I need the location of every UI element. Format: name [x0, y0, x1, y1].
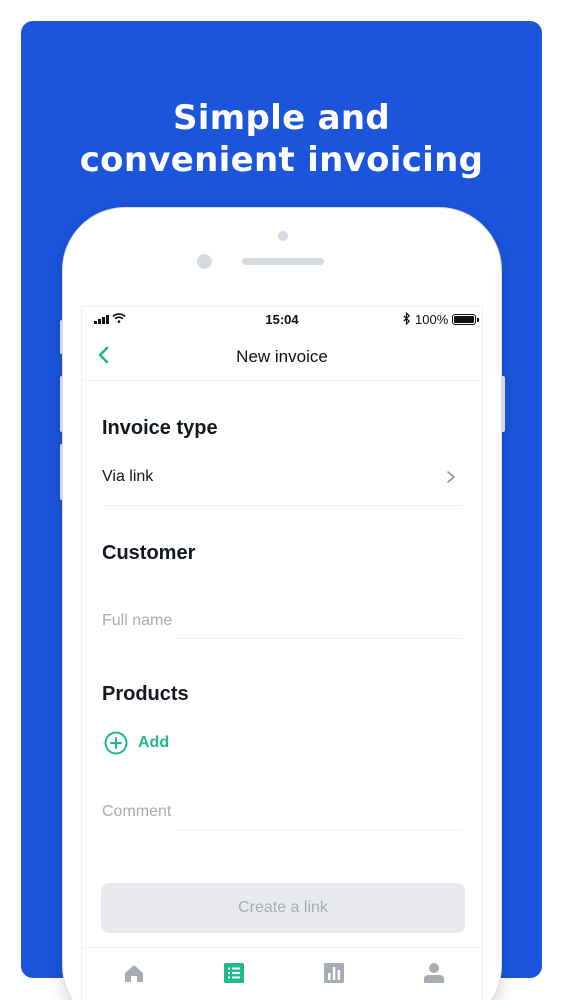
- phone-speaker: [242, 258, 324, 265]
- add-product-button[interactable]: Add: [104, 731, 169, 755]
- home-icon: [125, 965, 143, 982]
- headline-line-1: Simple and: [173, 98, 390, 138]
- add-product-label: Add: [138, 734, 170, 751]
- products-heading: Products: [102, 683, 189, 705]
- phone-screen: 15:04 100% New invoice Invoice type Via …: [81, 306, 483, 1000]
- battery-percent: 100%: [415, 312, 449, 327]
- phone-camera: [197, 254, 212, 269]
- promo-headline: Simple and convenient invoicing: [21, 97, 542, 181]
- battery-icon: [452, 314, 479, 325]
- chevron-right-icon: [447, 471, 456, 483]
- create-link-button[interactable]: Create a link: [101, 883, 465, 933]
- phone-sensor: [278, 231, 288, 241]
- tab-invoices[interactable]: [221, 960, 247, 986]
- navigation-bar: New invoice: [82, 333, 482, 381]
- profile-icon: [429, 963, 439, 973]
- plus-circle-icon: [104, 731, 128, 755]
- tab-profile[interactable]: [421, 960, 447, 986]
- tab-analytics[interactable]: [321, 960, 347, 986]
- full-name-input[interactable]: [102, 607, 464, 635]
- status-bar: 15:04 100%: [82, 307, 482, 333]
- tab-bar: [82, 947, 482, 1000]
- page-title: New invoice: [236, 347, 328, 366]
- headline-line-2: convenient invoicing: [79, 140, 484, 180]
- tab-home[interactable]: [121, 960, 147, 986]
- invoice-type-row[interactable]: Via link: [82, 457, 482, 501]
- invoice-type-heading: Invoice type: [102, 417, 218, 439]
- invoice-type-value: Via link: [102, 468, 154, 485]
- divider: [177, 638, 462, 639]
- divider: [102, 505, 462, 506]
- divider: [177, 829, 462, 830]
- customer-heading: Customer: [102, 542, 196, 564]
- comment-input[interactable]: [102, 798, 464, 826]
- bluetooth-icon: [403, 312, 411, 325]
